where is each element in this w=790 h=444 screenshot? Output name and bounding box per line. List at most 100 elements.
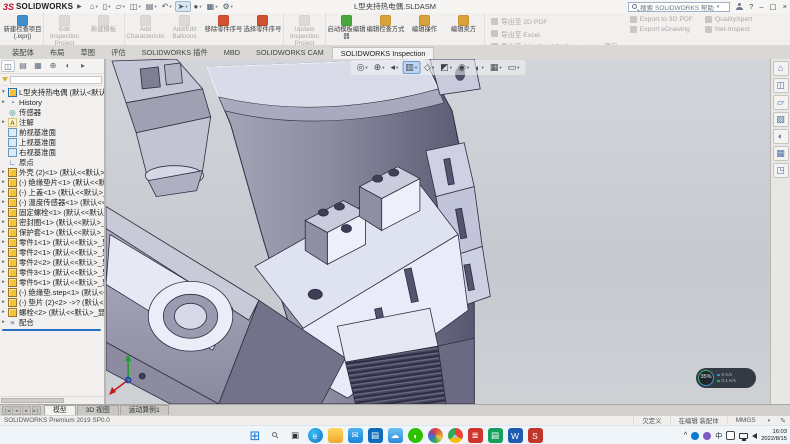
displaymanager-tab[interactable]: ◐ bbox=[61, 60, 75, 72]
notes-app-icon[interactable]: ▤ bbox=[488, 428, 503, 443]
dropdown-arrow-icon[interactable]: ▾ bbox=[169, 4, 171, 10]
ribbon-button[interactable]: 移除零件序号 bbox=[204, 14, 243, 34]
dropdown-arrow-icon[interactable]: ▾ bbox=[231, 4, 233, 10]
search-input[interactable]: 搜索 SOLIDWORKS 帮助 ▾ bbox=[628, 2, 730, 12]
select-cursor-icon[interactable]: ➤ ▾ bbox=[175, 1, 191, 12]
view-orientation-icon[interactable]: ◇ ▾ bbox=[422, 61, 436, 74]
ribbon-button[interactable]: 新建检查项目 (.ixprj) bbox=[3, 14, 42, 41]
document-tab[interactable]: 模型 bbox=[44, 405, 76, 415]
minimize-button[interactable]: – bbox=[759, 2, 763, 11]
chrome-icon[interactable]: ● bbox=[448, 428, 463, 443]
restore-button[interactable]: ▢ bbox=[770, 2, 777, 11]
dropdown-arrow-icon[interactable]: ▾ bbox=[517, 65, 519, 71]
tree-item[interactable]: ▸ 零件3<1> (默认<<默认>_显示状 bbox=[0, 267, 104, 277]
view-palette-icon[interactable]: ▨ bbox=[773, 112, 789, 127]
ribbon-button[interactable]: 编辑检查方式 bbox=[366, 14, 405, 34]
tree-item[interactable]: ▸ 零件2<1> (默认<<默认>_显示状 bbox=[0, 247, 104, 257]
tree-item[interactable]: ▸ 保护套<1> (默认<<默认>_显示状态 bbox=[0, 227, 104, 237]
ribbon-button[interactable]: 启动模板编辑器 bbox=[327, 14, 366, 41]
open-icon[interactable]: ▱ ▾ bbox=[114, 1, 127, 12]
ribbon-button[interactable]: 编辑操作 bbox=[405, 14, 444, 34]
dropdown-arrow-icon[interactable]: ▾ bbox=[365, 65, 367, 71]
ribbon-tab[interactable]: 草图 bbox=[72, 47, 103, 59]
units-dropdown-icon[interactable]: ▾ bbox=[768, 418, 771, 424]
resources-icon[interactable]: ⌂ bbox=[773, 61, 789, 76]
onedrive-icon[interactable] bbox=[691, 432, 699, 440]
tree-item[interactable]: ▸ ∟ 原点 bbox=[0, 157, 104, 167]
zoom-fit-icon[interactable]: ◎ ▾ bbox=[355, 61, 370, 74]
ribbon-button[interactable]: 编辑卖方 bbox=[444, 14, 483, 34]
store-icon[interactable]: ▤ bbox=[368, 428, 383, 443]
rollback-bar[interactable] bbox=[2, 329, 101, 331]
tree-item[interactable]: ▸ (-) 绝缘垫片<1> (默认<<默认>_显示 bbox=[0, 177, 104, 187]
dropdown-arrow-icon[interactable]: ▾ bbox=[482, 65, 484, 71]
ime-mode-icon[interactable] bbox=[726, 431, 735, 440]
ribbon-tab[interactable]: SOLIDWORKS CAM bbox=[248, 47, 332, 59]
ribbon-tab[interactable]: 布局 bbox=[42, 47, 73, 59]
dropdown-arrow-icon[interactable]: ▾ bbox=[154, 4, 156, 10]
dropdown-arrow-icon[interactable]: ▾ bbox=[382, 65, 384, 71]
ribbon-button[interactable]: Add/Edit Balloons bbox=[165, 14, 204, 41]
menu-flyout-icon[interactable]: ▶ bbox=[77, 3, 82, 10]
tab-nav-button[interactable]: ▸ bbox=[22, 406, 31, 415]
tree-item[interactable]: ▸ (-) 绝缘垫.step<1> (默认<<默认> bbox=[0, 287, 104, 297]
save-icon[interactable]: ◫ ▾ bbox=[128, 1, 143, 12]
dropdown-arrow-icon[interactable]: ▾ bbox=[450, 65, 452, 71]
task-view-button[interactable]: ▣ bbox=[288, 428, 303, 443]
tree-item[interactable]: ▸ 密封圈<1> (默认<<默认>_显示状态 bbox=[0, 217, 104, 227]
dimxpertmanager-tab[interactable]: ⊕ bbox=[46, 60, 60, 72]
close-button[interactable]: × bbox=[783, 2, 787, 11]
design-library-icon[interactable]: ◫ bbox=[773, 78, 789, 93]
panel-tabs-overflow[interactable]: ▸ bbox=[76, 60, 90, 72]
tree-item[interactable]: ▸ ◎ 传感器 bbox=[0, 107, 104, 117]
filter-input[interactable] bbox=[10, 76, 102, 84]
tray-app-icon[interactable] bbox=[703, 432, 711, 440]
tree-item[interactable]: ▸ 外壳 (2)<1> (默认<<默认>_显示状态 bbox=[0, 167, 104, 177]
undo-icon[interactable]: ↶ ▾ bbox=[160, 1, 174, 12]
new-doc-icon[interactable]: ▯ ▾ bbox=[101, 1, 113, 12]
tree-item[interactable]: ▸ 固定螺栓<1> (默认<<默认>_显示状 bbox=[0, 207, 104, 217]
search-dropdown-icon[interactable]: ▾ bbox=[717, 4, 720, 10]
tree-filter[interactable] bbox=[0, 74, 104, 86]
tree-item[interactable]: ▸ 零件5<1> (默认<<默认>_显示状 bbox=[0, 277, 104, 287]
display-style-icon[interactable]: ◩ ▾ bbox=[438, 61, 454, 74]
tree-item[interactable]: ▸ 上视基准面 bbox=[0, 137, 104, 147]
dropdown-arrow-icon[interactable]: ▾ bbox=[215, 4, 217, 10]
edit-appearance-icon[interactable]: ◐ ▾ bbox=[473, 61, 486, 74]
dropdown-arrow-icon[interactable]: ▾ bbox=[108, 4, 110, 10]
ime-language-indicator[interactable]: 中 bbox=[715, 431, 722, 441]
dropdown-arrow-icon[interactable]: ▾ bbox=[96, 4, 98, 10]
section-view-icon[interactable]: ▥ ▾ bbox=[402, 61, 420, 74]
tree-item[interactable]: ▸ 前视基准面 bbox=[0, 127, 104, 137]
photos-icon[interactable] bbox=[428, 428, 443, 443]
tab-nav-button[interactable]: ▸❘ bbox=[32, 406, 41, 415]
previous-view-icon[interactable]: ◂ ▾ bbox=[389, 61, 401, 74]
dropdown-arrow-icon[interactable]: ▾ bbox=[396, 65, 398, 71]
graphics-viewport[interactable]: ◎ ▾ ⊕ ▾ ◂ ▾ ▥ ▾ ◇ ▾ ◩ bbox=[106, 59, 770, 404]
file-explorer-icon[interactable]: ▱ bbox=[773, 95, 789, 110]
weather-icon[interactable]: ☁ bbox=[388, 428, 403, 443]
file-properties-icon[interactable]: ▦ ▾ bbox=[205, 1, 220, 12]
user-account-icon[interactable] bbox=[736, 3, 743, 10]
ribbon-tab[interactable]: MBD bbox=[216, 47, 248, 59]
hide-show-items-icon[interactable]: ◉ ▾ bbox=[456, 61, 471, 74]
dropdown-arrow-icon[interactable]: ▾ bbox=[185, 4, 187, 10]
tray-chevron-icon[interactable]: ^ bbox=[684, 432, 687, 439]
forum-icon[interactable]: ◳ bbox=[773, 163, 789, 178]
dropdown-arrow-icon[interactable]: ▾ bbox=[467, 65, 469, 71]
tree-item[interactable]: ▸ (-) 垫片 (2)<2> ->? (默认<<默认> bbox=[0, 297, 104, 307]
tree-item[interactable]: ▸ (-) 上盖<1> (默认<<默认>_显示状 bbox=[0, 187, 104, 197]
tree-item[interactable]: ▸ (-) 温度传感器<1> (默认<<默认>_ bbox=[0, 197, 104, 207]
tree-item[interactable]: ▸ ◔ History bbox=[0, 97, 104, 107]
appearances-icon[interactable]: ◐ bbox=[773, 129, 789, 144]
ribbon-button[interactable]: Add Characteristic bbox=[126, 14, 165, 41]
wechat-icon[interactable]: ◖ bbox=[408, 428, 423, 443]
tab-nav-button[interactable]: ◂ bbox=[12, 406, 21, 415]
print-icon[interactable]: ▤ ▾ bbox=[144, 1, 159, 12]
tree-root-item[interactable]: ▾ L型夹持热电偶 (默认<默认_显示状态-1>) bbox=[0, 87, 104, 97]
dropdown-arrow-icon[interactable]: ▾ bbox=[199, 4, 201, 10]
document-tab[interactable]: 3D 视图 bbox=[77, 405, 119, 415]
help-button[interactable]: ? bbox=[749, 2, 753, 11]
ribbon-tab[interactable]: 装配体 bbox=[4, 47, 42, 59]
zoom-area-icon[interactable]: ⊕ ▾ bbox=[372, 61, 387, 74]
